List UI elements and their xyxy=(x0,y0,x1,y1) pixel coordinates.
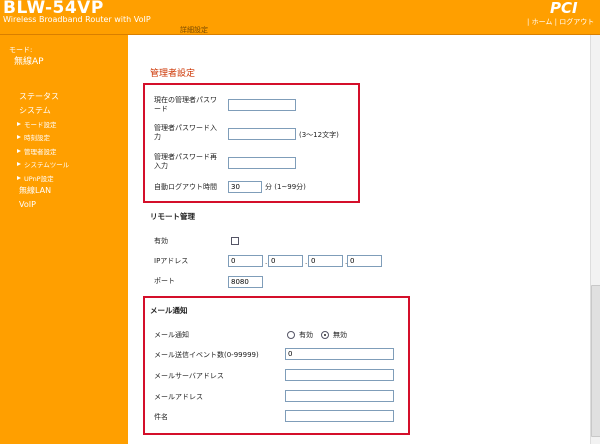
mail-section-title: メール通知 xyxy=(150,306,188,315)
page-title: 管理者設定 xyxy=(150,69,196,79)
triangle-icon xyxy=(17,162,21,166)
mail-notify-label: メール通知 xyxy=(154,331,189,339)
ip-octet-1-input[interactable] xyxy=(228,255,263,267)
new-password-label: 管理者パスワード入 力 xyxy=(154,124,217,141)
event-count-input[interactable] xyxy=(285,348,394,360)
ip-octet-3-input[interactable] xyxy=(308,255,343,267)
current-password-label: 現在の管理者パスワ ード xyxy=(154,96,217,113)
sidebar-item-wireless-lan[interactable]: 無線LAN xyxy=(19,185,51,196)
ip-octet-2-input[interactable] xyxy=(268,255,303,267)
new-password-input[interactable] xyxy=(228,128,296,140)
mail-disable-radio[interactable] xyxy=(321,331,329,339)
port-label: ポート xyxy=(154,277,175,285)
sidebar-item-mode-settings[interactable]: モード設定 xyxy=(17,119,57,129)
mode-value: 無線AP xyxy=(14,57,44,67)
remote-section-title: リモート管理 xyxy=(150,212,195,221)
brand-logo: PCI xyxy=(550,0,578,17)
ip-address-label: IPアドレス xyxy=(154,257,189,265)
mail-server-input[interactable] xyxy=(285,369,394,381)
sidebar-item-label: モード設定 xyxy=(24,121,57,129)
home-link[interactable]: ホーム xyxy=(532,18,553,26)
auto-logout-unit: 分 (1~99分) xyxy=(265,183,306,191)
mail-subject-input[interactable] xyxy=(285,410,394,422)
current-password-input[interactable] xyxy=(228,99,296,111)
sidebar-item-admin-settings[interactable]: 管理者設定 xyxy=(17,146,57,156)
sidebar-item-voip[interactable]: VoIP xyxy=(19,200,36,209)
mail-enable-label: 有効 xyxy=(299,331,313,339)
mail-server-label: メールサーバアドレス xyxy=(154,372,224,380)
sidebar-item-time-settings[interactable]: 時刻設定 xyxy=(17,132,50,142)
breadcrumb: 詳細設定 xyxy=(180,26,208,34)
mail-address-input[interactable] xyxy=(285,390,394,402)
separator: | xyxy=(554,18,557,26)
mail-enable-radio[interactable] xyxy=(287,331,295,339)
remote-enable-checkbox[interactable] xyxy=(231,237,239,245)
top-links: | ホーム | ログアウト xyxy=(527,17,594,27)
triangle-icon xyxy=(17,122,21,126)
triangle-icon xyxy=(17,176,21,180)
logout-link[interactable]: ログアウト xyxy=(559,18,594,26)
event-count-label: メール送信イベント数(0-99999) xyxy=(154,351,259,359)
auto-logout-input[interactable] xyxy=(228,181,262,193)
separator: | xyxy=(527,18,530,26)
sidebar-item-label: システムツール xyxy=(24,161,70,169)
triangle-icon xyxy=(17,135,21,139)
auto-logout-label: 自動ログアウト時間 xyxy=(154,183,217,191)
port-input[interactable] xyxy=(228,276,263,288)
sidebar-item-system-tools[interactable]: システムツール xyxy=(17,159,69,169)
password-length-hint: (3～12文字) xyxy=(299,131,339,139)
sidebar-item-label: UPnP設定 xyxy=(24,175,54,183)
sidebar-item-upnp[interactable]: UPnP設定 xyxy=(17,173,54,183)
confirm-password-label: 管理者パスワード再 入力 xyxy=(154,153,217,170)
ip-dot: . xyxy=(265,258,268,266)
sidebar-item-status[interactable]: ステータス xyxy=(19,91,59,102)
mail-subject-label: 件名 xyxy=(154,413,168,421)
mail-address-label: メールアドレス xyxy=(154,393,203,401)
ip-dot: . xyxy=(305,258,308,266)
sidebar-item-label: 時刻設定 xyxy=(24,134,50,142)
sidebar-item-system[interactable]: システム xyxy=(19,105,51,116)
triangle-icon xyxy=(17,149,21,153)
sidebar-item-label: 管理者設定 xyxy=(24,148,57,156)
confirm-password-input[interactable] xyxy=(228,157,296,169)
scrollbar-thumb[interactable] xyxy=(591,285,600,437)
ip-octet-4-input[interactable] xyxy=(347,255,382,267)
product-subtitle: Wireless Broadband Router with VoIP xyxy=(3,15,151,24)
remote-enable-label: 有効 xyxy=(154,237,168,245)
mail-disable-label: 無効 xyxy=(333,331,347,339)
